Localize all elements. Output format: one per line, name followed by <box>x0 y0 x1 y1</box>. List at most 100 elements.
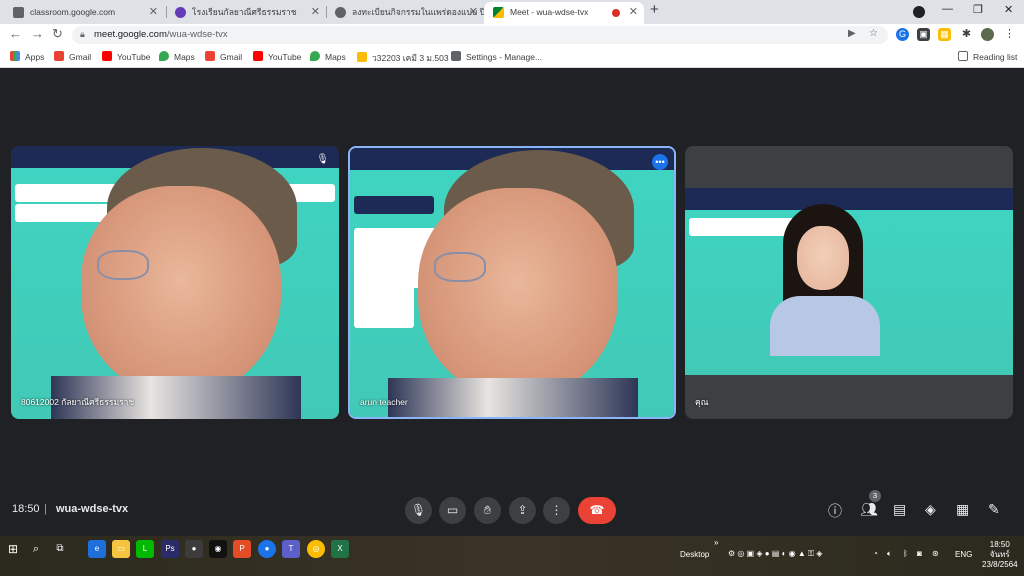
tray-icons[interactable]: ⚙︎ ◎ ▣ ◈ ● ▤ ◐ ◉ ▲ ⚿ ◈ <box>728 549 822 559</box>
reading-list-button[interactable]: Reading list <box>958 51 1017 62</box>
close-window-icon[interactable]: ✕ <box>1004 3 1013 16</box>
participant-tile-1[interactable]: 🎙︎ 80612002 กัลยาณีศรีธรรมราช <box>11 146 339 419</box>
lock-icon: 🔒︎ <box>80 29 85 39</box>
chat-icon[interactable]: ▤ <box>893 501 906 518</box>
forward-icon[interactable]: → <box>31 26 44 41</box>
bluetooth-icon[interactable]: ᛒ <box>903 549 908 558</box>
close-tab-icon[interactable]: ✕ <box>469 2 478 22</box>
camera-permission-icon[interactable]: ▶ <box>848 28 856 39</box>
new-tab-icon[interactable]: + <box>650 1 659 18</box>
present-button[interactable]: ⇪ <box>509 497 536 524</box>
chrome-icon[interactable]: ◎ <box>307 540 325 558</box>
apps-grid-icon <box>10 51 20 61</box>
bookmark-youtube[interactable]: YouTube <box>102 51 150 62</box>
reload-icon[interactable]: ↻ <box>52 26 63 42</box>
extensions-puzzle-icon[interactable]: ✱ <box>960 28 973 41</box>
file-explorer-icon[interactable]: ▭ <box>112 540 130 558</box>
clock-time: 18:50 <box>989 540 1010 549</box>
chevron-up-icon[interactable]: » <box>714 538 718 547</box>
bookmark-maps-2[interactable]: Maps <box>310 51 346 62</box>
microphone-button[interactable]: 🎙︎ <box>405 497 432 524</box>
profile-avatar[interactable] <box>981 28 994 41</box>
more-options-icon[interactable]: ••• <box>652 154 668 170</box>
raise-hand-button[interactable]: ✋︎ <box>474 497 501 524</box>
restore-icon[interactable]: ❐ <box>973 3 983 16</box>
camera-button[interactable]: ▭ <box>439 497 466 524</box>
excel-icon[interactable]: X <box>331 540 349 558</box>
search-icon[interactable]: ⌕ <box>27 540 45 558</box>
recording-icon <box>612 9 620 17</box>
app-blue-icon[interactable]: ● <box>258 540 276 558</box>
meet-stage: 🎙︎ 80612002 กัลยาณีศรีธรรมราช ••• arun t… <box>0 68 1024 536</box>
menu-kebab-icon[interactable]: ⋮ <box>1003 28 1016 41</box>
bookmark-star-icon[interactable]: ☆ <box>869 28 878 39</box>
camera-icon: ▭ <box>446 503 459 517</box>
more-options-button[interactable]: ⋮ <box>543 497 570 524</box>
participant-video <box>350 148 674 417</box>
mic-muted-icon: 🎙︎ <box>316 154 329 165</box>
system-clock[interactable]: 18:50 จันทร์ 23/8/2564 <box>982 540 1018 570</box>
pdf-icon[interactable]: P <box>233 540 251 558</box>
meeting-clock: 18:50 <box>12 503 40 515</box>
tab-classroom[interactable]: classroom.google.com ✕ <box>4 2 164 24</box>
bookmark-apps[interactable]: Apps <box>10 51 44 62</box>
participant-tile-2[interactable]: ••• arun teacher <box>348 146 676 419</box>
obs-icon[interactable]: ◉ <box>209 540 227 558</box>
app-icon[interactable]: ● <box>185 540 203 558</box>
volume-icon[interactable]: 🔈︎ <box>887 549 892 559</box>
back-icon[interactable]: ← <box>9 26 22 41</box>
windows-start-icon[interactable]: ⊞ <box>4 540 22 558</box>
participant-name-2: arun teacher <box>360 397 408 407</box>
close-tab-icon[interactable]: ✕ <box>149 2 158 22</box>
tab-meet[interactable]: Meet - wua-wdse-tvx ✕ <box>484 2 644 24</box>
people-icon[interactable]: 👥︎ <box>860 501 878 518</box>
extension-g-icon[interactable]: G <box>896 28 909 41</box>
tab-school[interactable]: โรงเรียนกัลยาณีศรีธรรมราช ✕ <box>166 2 326 24</box>
bookmark-gmail[interactable]: Gmail <box>54 51 91 62</box>
youtube-icon <box>253 51 263 61</box>
photoshop-icon[interactable]: Ps <box>161 540 179 558</box>
self-video-face <box>797 226 849 290</box>
microphone-icon: 🎙︎ <box>410 503 427 517</box>
grid-layout-icon[interactable]: ▦ <box>956 501 969 518</box>
participant-tile-3[interactable]: คุณ <box>685 146 1013 419</box>
bookmark-youtube-2[interactable]: YouTube <box>253 51 301 62</box>
language-icon[interactable]: ⊛ <box>932 549 939 558</box>
desktop-toolbar-label[interactable]: Desktop <box>680 550 709 559</box>
classroom-icon <box>357 52 367 62</box>
extension-grid-icon[interactable]: ▦ <box>938 28 951 41</box>
wifi-icon[interactable]: ◔ <box>873 549 878 558</box>
notification-icon[interactable]: ◙ <box>917 549 922 558</box>
phone-hangup-icon: ☎︎ <box>589 503 605 517</box>
self-video-shirt <box>770 296 880 356</box>
leave-call-button[interactable]: ☎︎ <box>578 497 616 524</box>
teams-icon[interactable]: T <box>282 540 300 558</box>
bookmark-settings[interactable]: Settings - Manage... <box>451 51 542 62</box>
bookmark-chemistry[interactable]: ว32203 เคมี 3 ม.503 <box>357 51 449 65</box>
kebab-icon: ⋮ <box>550 503 563 517</box>
task-view-icon[interactable]: ⧉ <box>51 540 69 558</box>
address-bar[interactable]: 🔒︎ meet.google.com/wua-wdse-tvx ▶ ☆ <box>72 26 888 44</box>
close-tab-icon[interactable]: ✕ <box>311 2 320 22</box>
meeting-code: wua-wdse-tvx <box>56 503 129 515</box>
close-tab-icon[interactable]: ✕ <box>629 2 638 22</box>
meet-favicon-icon <box>493 7 504 18</box>
video-face <box>81 186 281 396</box>
meeting-details-icon[interactable]: ⓘ <box>828 501 842 521</box>
tab-search-icon[interactable] <box>913 6 925 18</box>
tab-title: classroom.google.com <box>30 7 116 17</box>
tab-title: Meet - wua-wdse-tvx <box>510 7 589 17</box>
tab-registration[interactable]: ลงทะเบียนกิจกรรมในแพร่ดองแบบ ปีการศึ ✕ <box>326 2 484 24</box>
host-controls-icon[interactable]: ✎ <box>988 501 1000 518</box>
video-glasses <box>97 250 149 280</box>
bookmark-maps[interactable]: Maps <box>159 51 195 62</box>
line-icon[interactable]: L <box>136 540 154 558</box>
language-label[interactable]: ENG <box>955 550 972 559</box>
edge-icon[interactable]: e <box>88 540 106 558</box>
extension-screen-icon[interactable]: ▣ <box>917 28 930 41</box>
activities-icon[interactable]: ◈ <box>925 501 936 518</box>
minimize-icon[interactable]: — <box>942 3 953 15</box>
clock-day: จันทร์ <box>989 550 1010 559</box>
browser-tab-bar: classroom.google.com ✕ โรงเรียนกัลยาณีศร… <box>0 0 1024 24</box>
bookmark-gmail-2[interactable]: Gmail <box>205 51 242 62</box>
